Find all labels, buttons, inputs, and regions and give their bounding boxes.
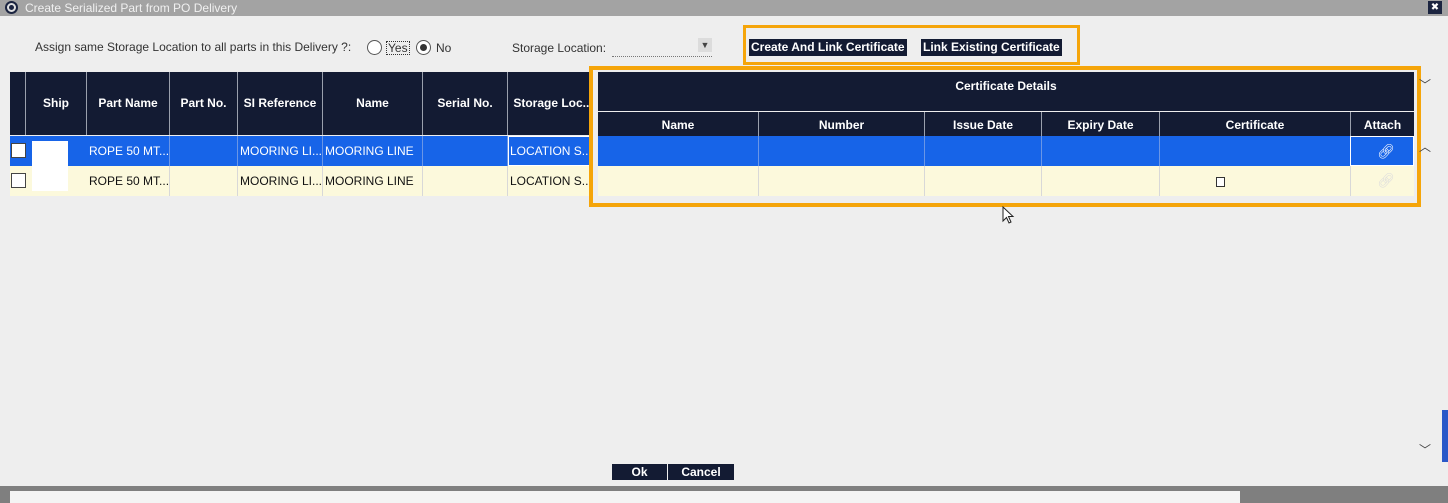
no-radio[interactable] bbox=[416, 40, 431, 55]
certificate-row[interactable]: 🔗︎ bbox=[598, 136, 1414, 166]
storage-location-select[interactable]: ▼ bbox=[612, 37, 712, 57]
column-header-part-no[interactable]: Part No. bbox=[170, 72, 238, 135]
mouse-cursor-icon bbox=[1002, 206, 1015, 224]
name-cell[interactable]: MOORING LINE bbox=[323, 136, 423, 166]
close-button[interactable]: ✖ bbox=[1428, 1, 1442, 14]
part-name-cell[interactable]: ROPE 50 MT... bbox=[87, 166, 170, 196]
table-row[interactable]: ROPE 50 MT... MOORING LI... MOORING LINE… bbox=[10, 166, 600, 196]
window-title: Create Serialized Part from PO Delivery bbox=[25, 1, 238, 15]
no-radio-label[interactable]: No bbox=[436, 41, 451, 55]
cert-column-header-attach[interactable]: Attach bbox=[1351, 112, 1414, 136]
horizontal-scrollbar[interactable] bbox=[0, 486, 1448, 503]
part-no-cell[interactable] bbox=[170, 166, 238, 196]
storage-loc-cell[interactable]: LOCATION S... bbox=[508, 166, 600, 196]
horizontal-scroll-track[interactable] bbox=[10, 491, 1240, 503]
serial-no-cell[interactable] bbox=[423, 136, 508, 166]
column-header-part-name[interactable]: Part Name bbox=[87, 72, 170, 135]
cert-attach-cell[interactable]: 🔗︎ bbox=[1351, 166, 1414, 196]
cert-column-header-issue-date[interactable]: Issue Date bbox=[925, 112, 1042, 136]
vertical-scrollbar[interactable]: ﹀ ︿ ﹀ bbox=[1416, 72, 1434, 462]
cert-column-header-number[interactable]: Number bbox=[759, 112, 925, 136]
cert-expiry-date-cell[interactable] bbox=[1042, 136, 1160, 166]
cert-column-header-expiry-date[interactable]: Expiry Date bbox=[1042, 112, 1160, 136]
title-bar: Create Serialized Part from PO Delivery … bbox=[0, 0, 1448, 16]
part-name-cell[interactable]: ROPE 50 MT... bbox=[87, 136, 170, 166]
cert-issue-date-cell[interactable] bbox=[925, 136, 1042, 166]
app-icon bbox=[5, 1, 18, 14]
chevron-up-icon[interactable]: ︿ bbox=[1419, 138, 1431, 155]
cert-column-header-name[interactable]: Name bbox=[598, 112, 759, 136]
create-link-certificate-button[interactable]: Create And Link Certificate bbox=[749, 39, 907, 56]
chevron-down-icon[interactable]: ﹀ bbox=[1419, 441, 1431, 458]
cert-certificate-cell[interactable] bbox=[1160, 136, 1351, 166]
storage-loc-cell[interactable]: LOCATION S... bbox=[508, 136, 600, 166]
link-icon[interactable]: 🔗︎ bbox=[1377, 172, 1395, 189]
select-column-header bbox=[10, 72, 26, 135]
cert-number-cell[interactable] bbox=[759, 136, 925, 166]
cert-attach-cell[interactable]: 🔗︎ bbox=[1350, 136, 1414, 166]
table-row[interactable]: ROPE 50 MT... MOORING LI... MOORING LINE… bbox=[10, 136, 600, 166]
row-checkbox[interactable] bbox=[11, 143, 26, 158]
part-no-cell[interactable] bbox=[170, 136, 238, 166]
link-existing-certificate-button[interactable]: Link Existing Certificate bbox=[921, 39, 1062, 56]
cert-column-header-certificate[interactable]: Certificate bbox=[1160, 112, 1351, 136]
certificate-actions-highlight: Create And Link Certificate Link Existin… bbox=[743, 25, 1080, 65]
cert-name-cell[interactable] bbox=[598, 166, 759, 196]
column-header-ship[interactable]: Ship bbox=[26, 72, 87, 135]
serial-no-cell[interactable] bbox=[423, 166, 508, 196]
link-icon[interactable]: 🔗︎ bbox=[1377, 143, 1395, 160]
chevron-down-icon[interactable]: ▼ bbox=[698, 38, 712, 52]
yes-radio[interactable] bbox=[367, 40, 382, 55]
si-reference-cell[interactable]: MOORING LI... bbox=[238, 136, 323, 166]
cert-number-cell[interactable] bbox=[759, 166, 925, 196]
column-header-si-reference[interactable]: SI Reference bbox=[238, 72, 323, 135]
certificate-details-title: Certificate Details bbox=[598, 72, 1414, 111]
cert-issue-date-cell[interactable] bbox=[925, 166, 1042, 196]
file-icon[interactable] bbox=[1216, 177, 1225, 187]
certificate-row[interactable]: 🔗︎ bbox=[598, 166, 1414, 196]
si-reference-cell[interactable]: MOORING LI... bbox=[238, 166, 323, 196]
column-header-serial-no[interactable]: Serial No. bbox=[423, 72, 508, 135]
name-cell[interactable]: MOORING LINE bbox=[323, 166, 423, 196]
ok-button[interactable]: Ok bbox=[612, 464, 667, 480]
cert-expiry-date-cell[interactable] bbox=[1042, 166, 1160, 196]
scroll-thumb[interactable] bbox=[1442, 410, 1448, 462]
storage-location-label: Storage Location: bbox=[512, 41, 607, 55]
ship-cell[interactable] bbox=[32, 166, 68, 191]
chevron-down-icon[interactable]: ﹀ bbox=[1419, 76, 1431, 93]
left-strip bbox=[0, 16, 10, 486]
column-header-name[interactable]: Name bbox=[323, 72, 423, 135]
yes-radio-label[interactable]: Yes bbox=[386, 41, 410, 55]
assign-storage-label: Assign same Storage Location to all part… bbox=[35, 40, 352, 54]
cert-name-cell[interactable] bbox=[598, 136, 759, 166]
cancel-button[interactable]: Cancel bbox=[668, 464, 734, 480]
column-header-storage-loc[interactable]: Storage Loc... bbox=[508, 72, 598, 135]
row-checkbox[interactable] bbox=[11, 173, 26, 188]
ship-cell[interactable] bbox=[32, 141, 68, 166]
cert-certificate-cell[interactable] bbox=[1160, 166, 1351, 196]
